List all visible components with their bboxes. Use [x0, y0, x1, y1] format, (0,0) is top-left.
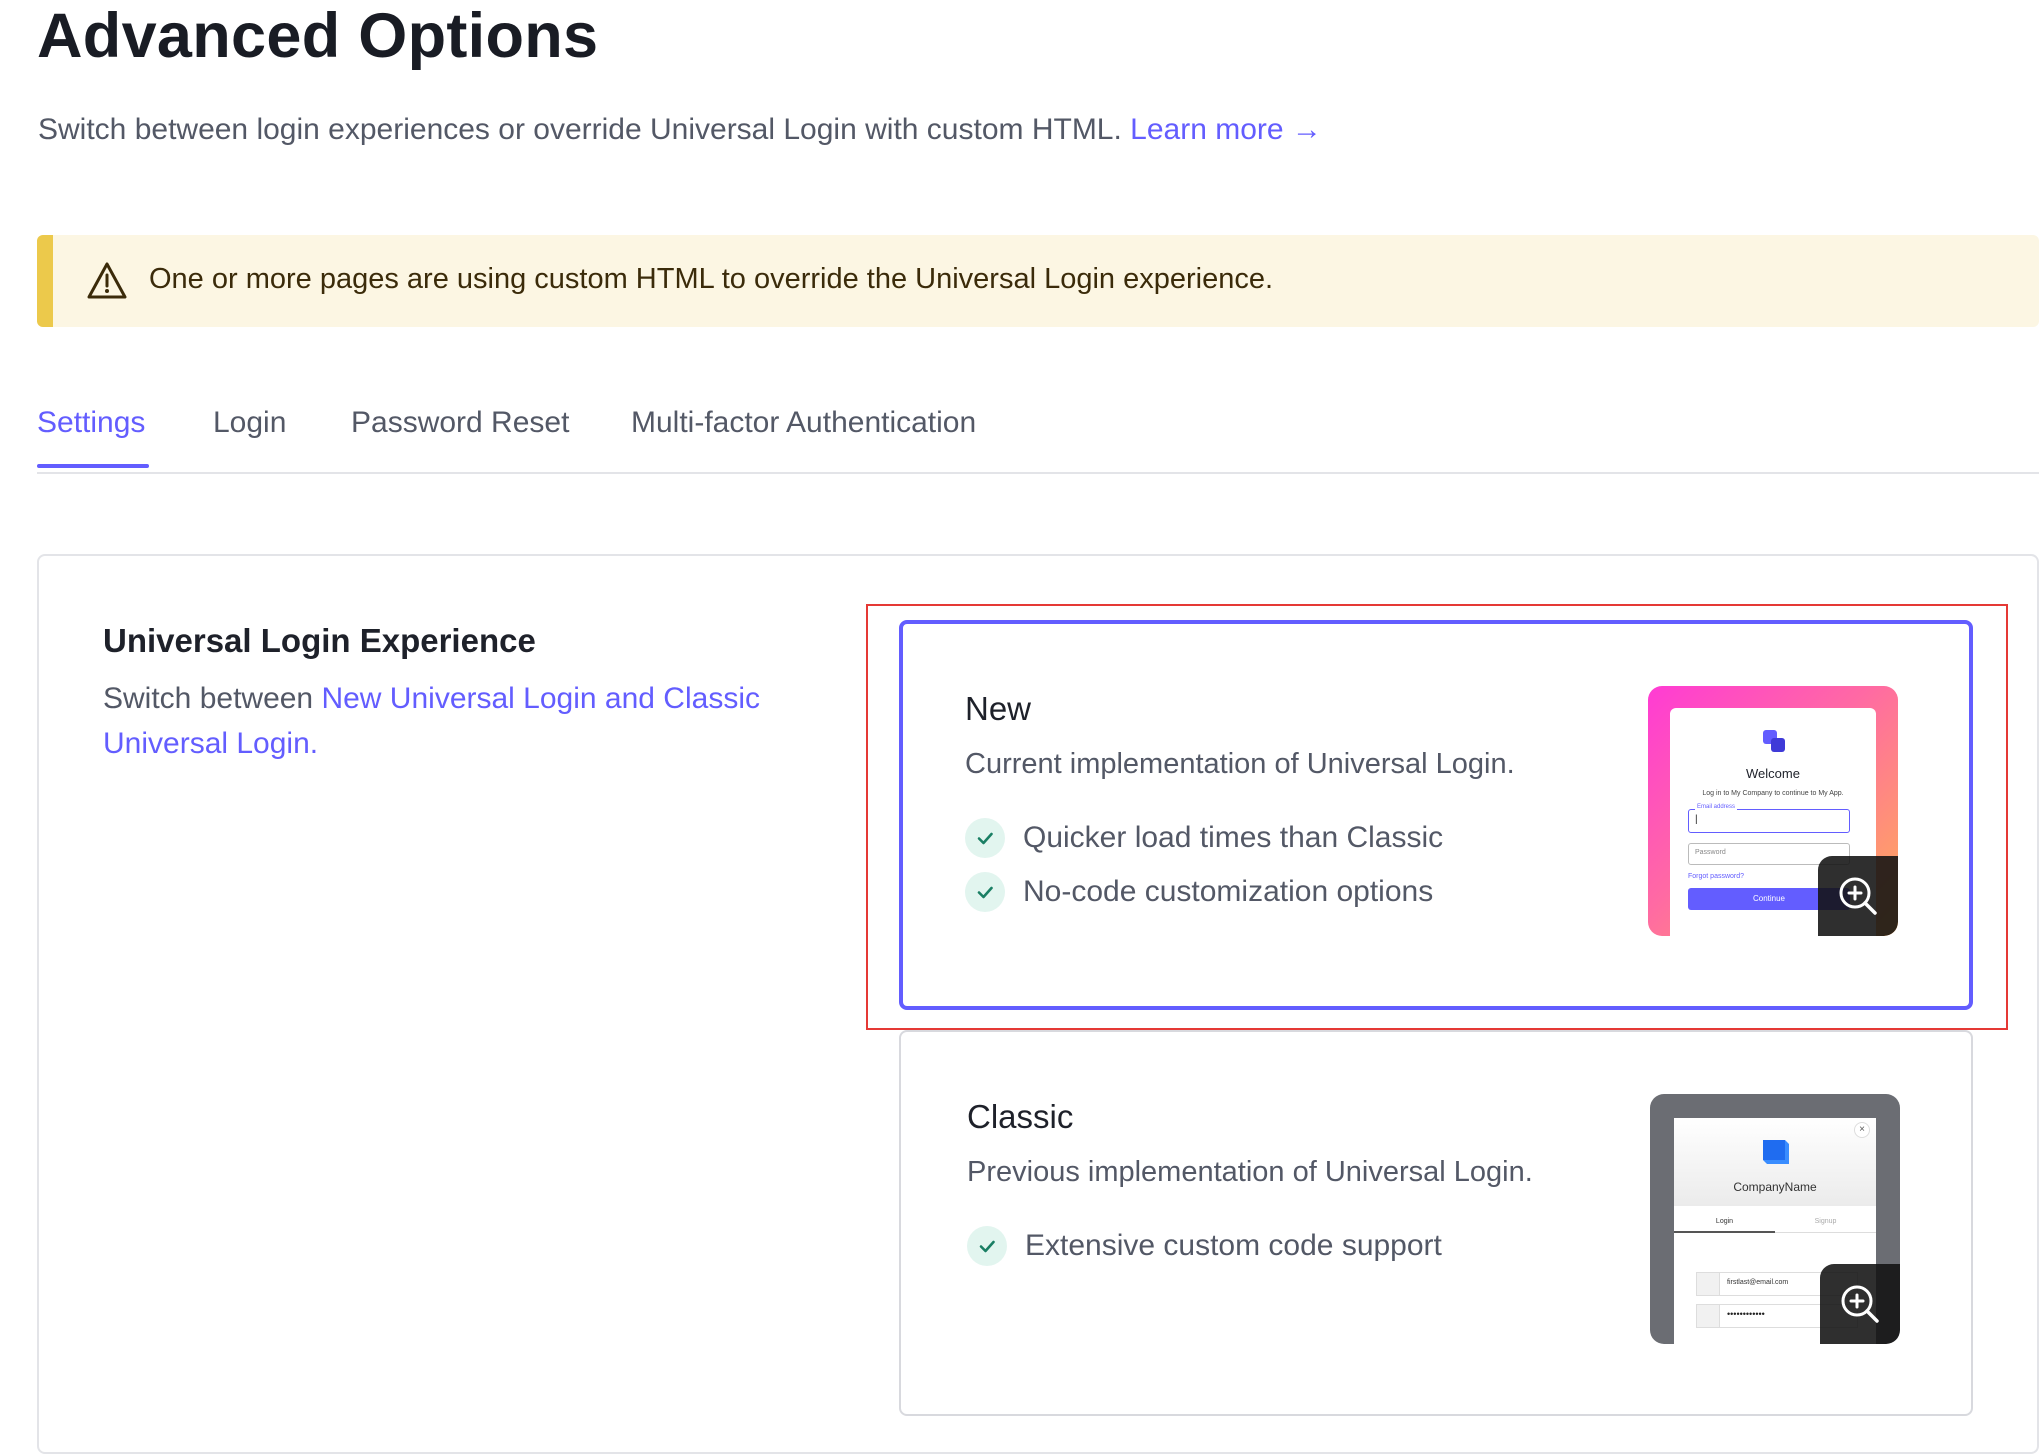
feature-label: Quicker load times than Classic — [1023, 821, 1444, 854]
option-card-classic[interactable]: Classic Previous implementation of Unive… — [899, 1030, 1973, 1416]
preview-close-icon: × — [1854, 1122, 1870, 1138]
preview-classic-password-value: •••••••••••• — [1727, 1309, 1765, 1319]
preview-company-name: CompanyName — [1733, 1180, 1817, 1194]
zoom-in-icon — [1841, 1285, 1879, 1323]
preview-tab-indicator — [1674, 1231, 1775, 1233]
logo-icon — [1763, 730, 1785, 752]
preview-tagline: Log in to My Company to continue to My A… — [1702, 790, 1844, 797]
tab-bar: Settings Login Password Reset Multi-fact… — [37, 400, 2039, 474]
warning-text: One or more pages are using custom HTML … — [149, 263, 1274, 295]
section-title: Universal Login Experience — [103, 622, 536, 659]
feature-label: Extensive custom code support — [1025, 1229, 1442, 1262]
logo-icon — [1763, 1140, 1789, 1164]
section-desc-text: Switch between — [103, 682, 322, 715]
preview-tab-login: Login — [1715, 1218, 1734, 1225]
zoom-in-button[interactable] — [1820, 1264, 1900, 1344]
tab-multi-factor-authentication[interactable]: Multi-factor Authentication — [631, 406, 976, 440]
warning-accent-bar — [37, 235, 53, 327]
zoom-in-button[interactable] — [1818, 856, 1898, 936]
preview-password-placeholder: Password — [1695, 849, 1726, 856]
preview-welcome: Welcome — [1746, 766, 1800, 781]
check-icon — [965, 872, 1005, 912]
tab-settings[interactable]: Settings — [37, 406, 145, 440]
learn-more-link[interactable]: Learn more → — [1130, 113, 1322, 146]
active-tab-indicator — [37, 464, 149, 468]
classic-login-preview: × CompanyName Login Signup firstlast@ema… — [1650, 1094, 1900, 1344]
feature-label: No-code customization options — [1023, 875, 1434, 908]
preview-tab-signup: Signup — [1814, 1218, 1837, 1225]
option-classic-description: Previous implementation of Universal Log… — [967, 1156, 1533, 1188]
check-icon — [967, 1226, 1007, 1266]
option-card-new[interactable]: New Current implementation of Universal … — [899, 620, 1973, 1010]
option-new-description: Current implementation of Universal Logi… — [965, 748, 1515, 780]
subtitle-text: Switch between login experiences or over… — [38, 113, 1122, 146]
warning-triangle-icon — [87, 262, 127, 299]
preview-classic-email-value: firstlast@email.com — [1727, 1279, 1789, 1286]
tab-password-reset[interactable]: Password Reset — [351, 406, 569, 440]
page-subtitle: Switch between login experiences or over… — [38, 113, 1322, 147]
preview-email-field: Email address | — [1688, 804, 1850, 833]
custom-html-warning: One or more pages are using custom HTML … — [37, 235, 2039, 327]
page-title: Advanced Options — [37, 1, 599, 71]
option-classic-feature: Extensive custom code support — [967, 1226, 1442, 1266]
section-description: Switch between New Universal Login and C… — [103, 676, 803, 766]
zoom-in-icon — [1839, 877, 1877, 915]
preview-email-value: | — [1695, 814, 1698, 825]
option-classic-title: Classic — [967, 1098, 1074, 1135]
preview-email-label: Email address — [1695, 804, 1738, 810]
check-icon — [965, 818, 1005, 858]
option-new-feature: Quicker load times than Classic — [965, 818, 1443, 858]
preview-forgot-link: Forgot password? — [1688, 873, 1745, 880]
new-login-preview: Welcome Log in to My Company to continue… — [1648, 686, 1898, 936]
option-new-title: New — [965, 690, 1032, 727]
preview-tab-divider — [1775, 1232, 1876, 1233]
tab-login[interactable]: Login — [213, 406, 286, 440]
option-new-feature: No-code customization options — [965, 872, 1433, 912]
